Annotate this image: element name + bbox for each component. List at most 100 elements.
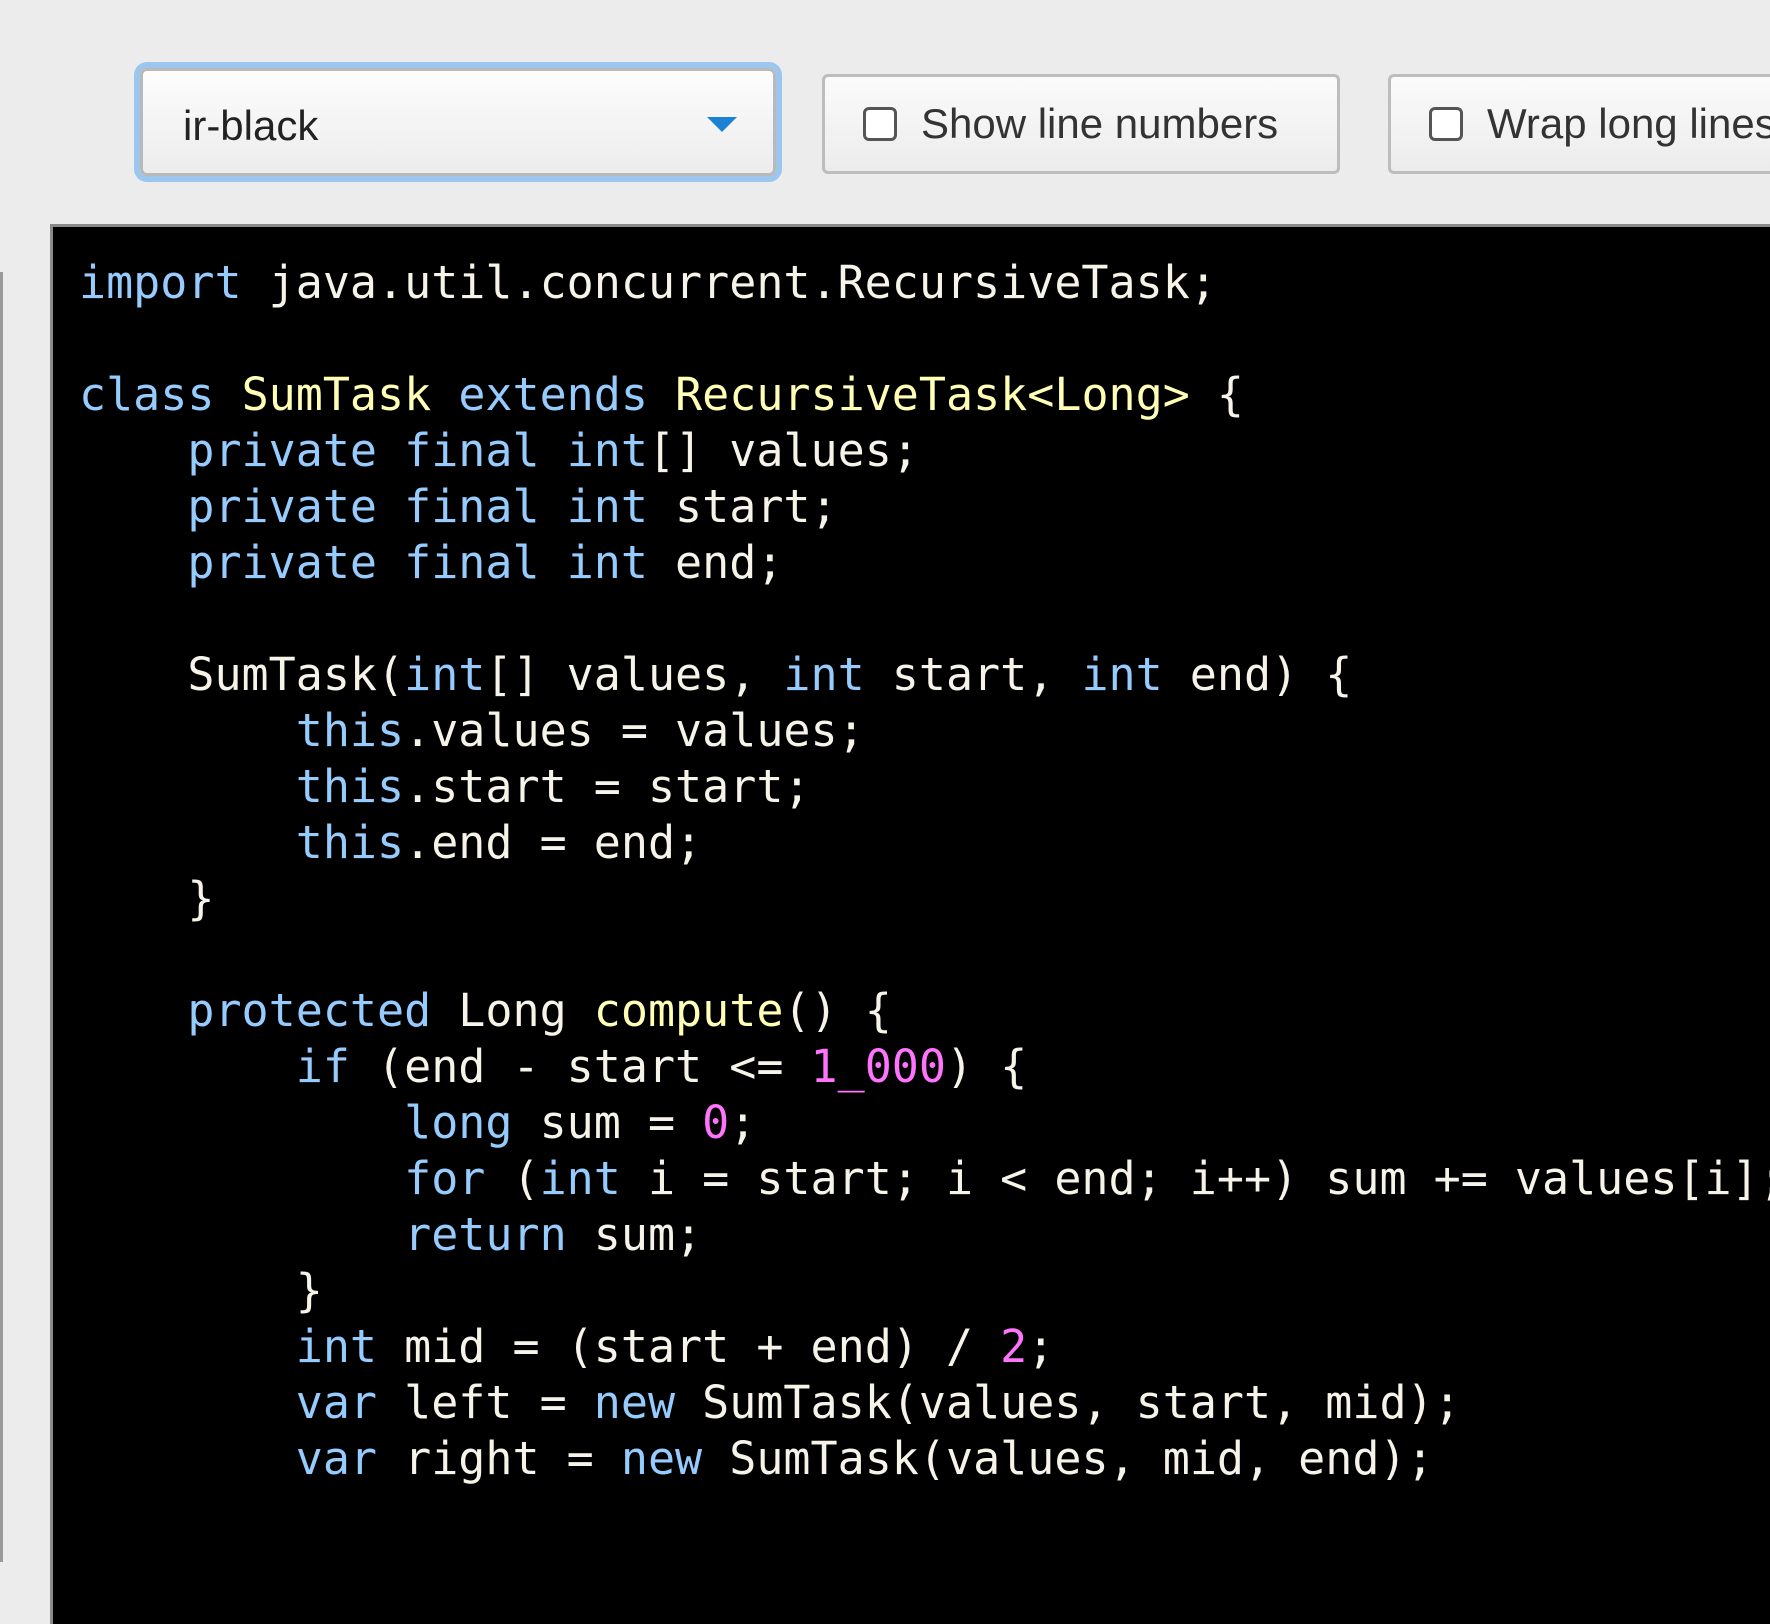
code-token: left = bbox=[377, 1376, 594, 1429]
code-token: ; bbox=[729, 1096, 757, 1149]
code-line: this.end = end; bbox=[79, 816, 702, 869]
code-viewer[interactable]: import java.util.concurrent.RecursiveTas… bbox=[50, 224, 1770, 1624]
code-token: int bbox=[295, 1320, 378, 1373]
code-line: class SumTask extends RecursiveTask<Long… bbox=[79, 368, 1244, 421]
code-token: } bbox=[79, 872, 215, 925]
show-line-numbers-label: Show line numbers bbox=[921, 100, 1279, 147]
code-token: protected bbox=[187, 984, 432, 1037]
code-line: } bbox=[79, 1264, 323, 1317]
code-line: private final int end; bbox=[79, 536, 783, 589]
code-token: { bbox=[1189, 368, 1245, 421]
code-token: SumTask(values, start, mid); bbox=[675, 1376, 1461, 1429]
code-token: ; bbox=[1027, 1320, 1055, 1373]
code-token: 0 bbox=[702, 1096, 730, 1149]
theme-select-value: ir-black bbox=[183, 102, 319, 149]
code-line: SumTask(int[] values, int start, int end… bbox=[79, 648, 1352, 701]
code-token: } bbox=[79, 1264, 323, 1317]
code-token: end) { bbox=[1162, 648, 1353, 701]
code-token: var bbox=[295, 1432, 378, 1485]
code-token: [] values; bbox=[647, 424, 919, 477]
code-token: for bbox=[404, 1152, 486, 1205]
code-token: class bbox=[79, 368, 215, 421]
left-panel-edge bbox=[0, 272, 3, 1562]
code-token: ( bbox=[485, 1152, 540, 1205]
code-token: return bbox=[404, 1208, 567, 1261]
code-token: this bbox=[295, 816, 405, 869]
code-token: end; bbox=[647, 536, 784, 589]
code-token: (end - start <= bbox=[349, 1040, 811, 1093]
code-token: int bbox=[539, 1152, 621, 1205]
theme-select[interactable]: ir-black bbox=[140, 68, 776, 176]
code-token: RecursiveTask<Long> bbox=[675, 368, 1190, 421]
code-line: var left = new SumTask(values, start, mi… bbox=[79, 1376, 1461, 1429]
code-token: extends bbox=[458, 368, 648, 421]
checkbox-unchecked-icon[interactable] bbox=[863, 107, 897, 141]
code-token: mid = (start + end) / bbox=[377, 1320, 1001, 1373]
code-token: final bbox=[404, 480, 540, 533]
code-token: new bbox=[593, 1376, 676, 1429]
code-token: private bbox=[187, 424, 378, 477]
checkbox-unchecked-icon[interactable] bbox=[1429, 107, 1463, 141]
code-token: int bbox=[566, 480, 648, 533]
code-token: Long bbox=[431, 984, 594, 1037]
code-token: java.util.concurrent.RecursiveTask; bbox=[241, 256, 1217, 309]
code-token: int bbox=[783, 648, 865, 701]
code-token: SumTask bbox=[241, 368, 432, 421]
code-token: private bbox=[187, 536, 378, 589]
code-line: int mid = (start + end) / 2; bbox=[79, 1320, 1055, 1373]
code-token: this bbox=[295, 704, 405, 757]
code-token: .end = end; bbox=[404, 816, 703, 869]
wrap-long-lines-toggle[interactable]: Wrap long lines bbox=[1388, 74, 1770, 174]
code-token: compute bbox=[593, 984, 784, 1037]
code-line: private final int[] values; bbox=[79, 424, 919, 477]
code-line: } bbox=[79, 872, 214, 925]
code-line: var right = new SumTask(values, mid, end… bbox=[79, 1432, 1434, 1485]
chevron-down-icon bbox=[707, 117, 737, 132]
code-line: protected Long compute() { bbox=[79, 984, 891, 1037]
code-line: for (int i = start; i < end; i++) sum +=… bbox=[79, 1152, 1770, 1205]
code-token: [] values, bbox=[485, 648, 784, 701]
code-token: final bbox=[404, 536, 540, 589]
code-token: long bbox=[404, 1096, 513, 1149]
code-line: long sum = 0; bbox=[79, 1096, 756, 1149]
code-token: int bbox=[566, 424, 648, 477]
code-token: start, bbox=[864, 648, 1082, 701]
code-line: import java.util.concurrent.RecursiveTas… bbox=[79, 256, 1217, 309]
code-token: int bbox=[1081, 648, 1163, 701]
code-token: this bbox=[295, 760, 405, 813]
code-block: import java.util.concurrent.RecursiveTas… bbox=[79, 255, 1770, 1487]
code-token: start; bbox=[647, 480, 838, 533]
wrap-long-lines-label: Wrap long lines bbox=[1487, 100, 1770, 147]
code-token: ) { bbox=[945, 1040, 1028, 1093]
code-token: .values = values; bbox=[404, 704, 865, 757]
code-token: import bbox=[79, 256, 242, 309]
code-token: SumTask(values, mid, end); bbox=[702, 1432, 1434, 1485]
code-token: right = bbox=[377, 1432, 621, 1485]
code-token: 2 bbox=[1000, 1320, 1028, 1373]
code-line: this.values = values; bbox=[79, 704, 865, 757]
code-token: i = start; i < end; i++) sum += values[i… bbox=[620, 1152, 1770, 1205]
show-line-numbers-toggle[interactable]: Show line numbers bbox=[822, 74, 1340, 174]
code-line: this.start = start; bbox=[79, 760, 811, 813]
code-line: private final int start; bbox=[79, 480, 838, 533]
